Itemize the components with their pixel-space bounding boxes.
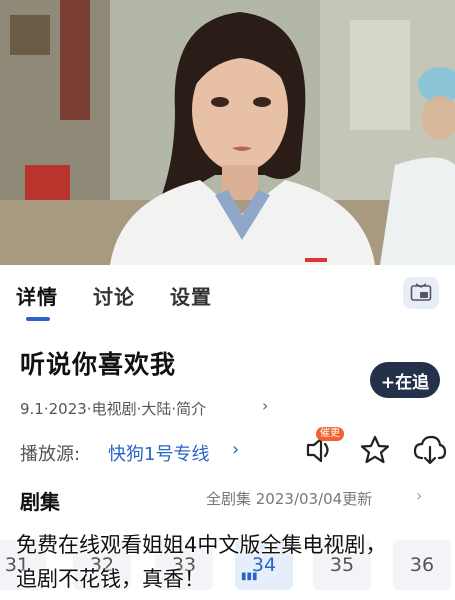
overlay-caption: 免费在线观看姐姐4中文版全集电视剧， 追剧不花钱，真香！ (16, 528, 446, 596)
chevron-right-icon[interactable]: › (416, 486, 422, 505)
show-meta[interactable]: 9.1·2023·电视剧·大陆·简介 (20, 398, 206, 419)
follow-button[interactable]: +在追 (370, 362, 440, 398)
download-icon (413, 435, 447, 465)
tab-bar: 详情 讨论 设置 (0, 265, 455, 323)
download-button[interactable] (412, 432, 448, 468)
episodes-heading: 剧集 (20, 490, 60, 514)
urge-badge: 催更 (316, 427, 344, 441)
picture-in-picture-button[interactable] (403, 277, 439, 309)
video-player[interactable] (0, 0, 455, 265)
tab-settings[interactable]: 设置 (170, 281, 212, 310)
active-tab-indicator (26, 317, 50, 321)
chevron-right-icon[interactable]: › (232, 439, 239, 460)
show-title: 听说你喜欢我 (20, 350, 177, 379)
play-source-value[interactable]: 快狗1号专线 (108, 440, 209, 466)
play-source-label: 播放源: (20, 444, 81, 465)
star-icon (360, 435, 390, 464)
video-frame (0, 0, 455, 265)
favorite-button[interactable] (357, 432, 393, 468)
tab-discussion[interactable]: 讨论 (93, 281, 135, 310)
overlay-line-1: 免费在线观看姐姐4中文版全集电视剧， (16, 533, 387, 557)
chevron-right-icon[interactable]: › (262, 396, 268, 415)
episodes-update-info[interactable]: 全剧集 2023/03/04更新 (206, 488, 372, 509)
picture-in-picture-icon (410, 283, 432, 301)
overlay-line-2: 追剧不花钱，真香！ (16, 567, 205, 591)
tab-details[interactable]: 详情 (16, 281, 58, 310)
